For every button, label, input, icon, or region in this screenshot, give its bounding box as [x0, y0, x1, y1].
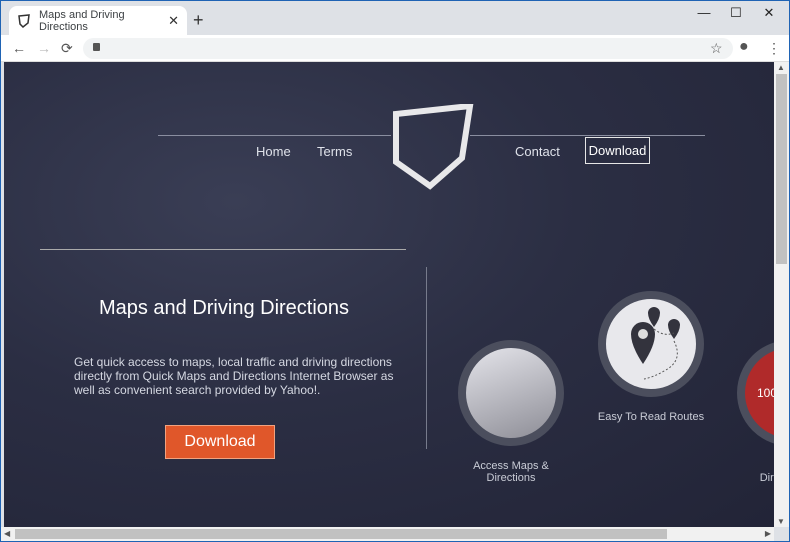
hero-description: Get quick access to maps, local traffic …	[74, 355, 394, 397]
route-pins-icon	[598, 291, 704, 397]
toolbar: ← → ⟳ ☆ ● ⋮	[1, 35, 789, 62]
horizontal-scrollbar[interactable]: ◀ ▶	[1, 527, 774, 541]
nav-download-button[interactable]: Download	[585, 137, 650, 164]
badge-100-icon: 100	[737, 340, 774, 446]
hero-title: Maps and Driving Directions	[98, 297, 350, 319]
nav-terms[interactable]: Terms	[317, 144, 352, 159]
horizontal-scroll-thumb[interactable]	[15, 529, 667, 539]
back-button[interactable]: ←	[12, 40, 26, 56]
new-tab-button[interactable]: +	[193, 10, 204, 31]
reload-button[interactable]: ⟳	[61, 40, 73, 57]
download-button[interactable]: Download	[165, 425, 275, 459]
forward-button[interactable]: →	[37, 40, 51, 56]
shield-logo-icon	[393, 104, 474, 190]
divider	[470, 135, 705, 136]
divider	[158, 135, 391, 136]
nav-home[interactable]: Home	[256, 144, 291, 159]
tab-close-icon[interactable]: ✕	[168, 13, 179, 29]
feature-routes: Easy To Read Routes	[586, 291, 716, 423]
map-pin-icon	[458, 340, 564, 446]
maximize-button[interactable]: ☐	[721, 5, 751, 21]
tab-title: Maps and Driving Directions	[39, 9, 125, 33]
nav-contact[interactable]: Contact	[515, 144, 560, 159]
bookmark-star-icon[interactable]: ☆	[710, 40, 723, 57]
minimize-button[interactable]: —	[689, 5, 719, 20]
feature-access-maps: Access Maps & Directions	[446, 340, 576, 484]
tab-bar: Maps and Driving Directions ✕ + — ☐ ✕	[1, 1, 789, 36]
close-window-button[interactable]: ✕	[754, 5, 784, 21]
feature-label: Access Maps & Directions	[473, 460, 549, 484]
feature-quick-directions: 100 Quic Directio	[737, 340, 774, 484]
vertical-scroll-thumb[interactable]	[776, 74, 787, 264]
shield-icon	[18, 14, 30, 28]
divider	[426, 267, 427, 449]
menu-icon[interactable]: ⋮	[767, 40, 781, 57]
address-bar[interactable]	[83, 38, 733, 59]
page-content: Home Terms Contact Download Maps and Dri…	[4, 62, 774, 527]
lock-icon	[93, 43, 100, 51]
tab-active[interactable]: Maps and Driving Directions ✕	[9, 6, 187, 36]
browser-window: Maps and Driving Directions ✕ + — ☐ ✕ ← …	[1, 1, 789, 541]
divider	[40, 249, 406, 250]
feature-label: Quic Directio	[759, 472, 774, 484]
vertical-scrollbar[interactable]: ▲ ▼	[774, 62, 789, 527]
feature-label: Easy To Read Routes	[597, 411, 705, 423]
account-icon[interactable]: ●	[739, 38, 749, 56]
